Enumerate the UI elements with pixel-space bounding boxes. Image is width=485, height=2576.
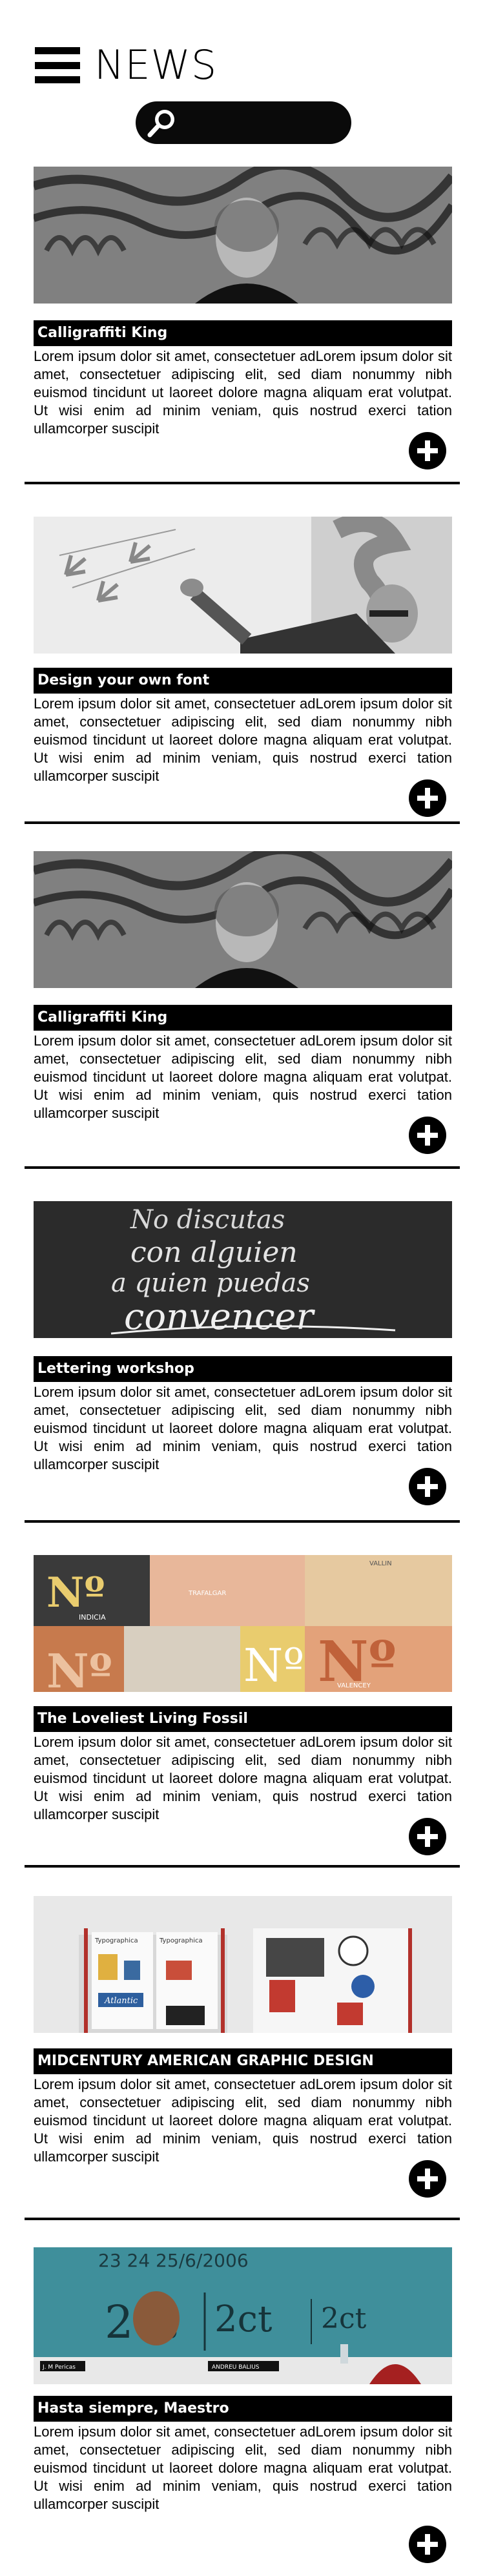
search-icon bbox=[147, 110, 174, 138]
image-caption: TRAFALGAR bbox=[188, 1590, 226, 1597]
article-card[interactable]: Nº INDICIA TRAFALGAR VALLIN VALENCEY Nº … bbox=[34, 1555, 452, 1855]
hamburger-menu-icon[interactable] bbox=[35, 47, 80, 83]
numero-sign: Nº bbox=[318, 1629, 397, 1692]
plus-circle-icon[interactable] bbox=[408, 779, 447, 818]
article-image[interactable] bbox=[34, 167, 452, 304]
divider bbox=[25, 1166, 460, 1169]
numero-sign: Nº bbox=[46, 1569, 105, 1617]
divider bbox=[25, 1520, 460, 1523]
search-input[interactable] bbox=[185, 109, 336, 136]
divider bbox=[25, 482, 460, 484]
article-excerpt: Lorem ipsum dolor sit amet, consectetuer… bbox=[34, 2076, 452, 2165]
article-image[interactable]: Typographica Typographica Atlantic bbox=[34, 1896, 452, 2033]
divider bbox=[25, 1865, 460, 1868]
article-excerpt: Lorem ipsum dolor sit amet, consectetuer… bbox=[34, 1384, 452, 1472]
numero-sign: Nº bbox=[46, 1643, 112, 1692]
nameplate: ANDREU BALIUS bbox=[212, 2364, 260, 2371]
article-title[interactable]: Design your own font bbox=[34, 668, 452, 694]
article-image[interactable]: No discutas con alguien a quien puedas c… bbox=[34, 1201, 452, 1338]
search-bar[interactable] bbox=[136, 101, 351, 144]
plus-circle-icon[interactable] bbox=[408, 1467, 447, 1506]
article-title[interactable]: MIDCENTURY AMERICAN GRAPHIC DESIGN bbox=[34, 2048, 452, 2074]
article-excerpt: Lorem ipsum dolor sit amet, consectetuer… bbox=[34, 348, 452, 437]
numero-sign: Nº bbox=[243, 1639, 304, 1692]
image-caption: Typographica bbox=[159, 1937, 203, 1944]
divider bbox=[25, 821, 460, 824]
image-caption: Typographica bbox=[94, 1937, 138, 1944]
event-date: 23 24 25/6/2006 bbox=[98, 2250, 249, 2271]
article-image[interactable] bbox=[34, 517, 452, 654]
article-card[interactable]: Design your own font Lorem ipsum dolor s… bbox=[34, 517, 452, 817]
page-title: NEWS bbox=[94, 41, 218, 88]
article-title[interactable]: Calligraffiti King bbox=[34, 1005, 452, 1031]
plus-circle-icon[interactable] bbox=[408, 431, 447, 470]
article-excerpt: Lorem ipsum dolor sit amet, consectetuer… bbox=[34, 696, 452, 784]
article-title[interactable]: Hasta siempre, Maestro bbox=[34, 2396, 452, 2422]
event-logo: 2ct bbox=[321, 2302, 367, 2335]
nameplate: J. M Pericas bbox=[42, 2364, 76, 2371]
header: NEWS bbox=[35, 45, 217, 85]
lettering-line: con alguien bbox=[130, 1236, 298, 1269]
article-card[interactable]: Calligraffiti King Lorem ipsum dolor sit… bbox=[34, 851, 452, 1154]
article-title[interactable]: Calligraffiti King bbox=[34, 320, 452, 346]
lettering-line: a quien puedas bbox=[111, 1268, 310, 1298]
image-caption: Atlantic bbox=[104, 1996, 138, 2006]
image-caption: INDICIA bbox=[79, 1613, 106, 1622]
lettering-line: No discutas bbox=[130, 1205, 285, 1235]
article-card[interactable]: Typographica Typographica Atlantic MIDCE… bbox=[34, 1896, 452, 2198]
menu-bar bbox=[35, 76, 80, 83]
article-excerpt: Lorem ipsum dolor sit amet, consectetuer… bbox=[34, 2424, 452, 2512]
article-card[interactable]: No discutas con alguien a quien puedas c… bbox=[34, 1201, 452, 1505]
article-image[interactable]: Nº INDICIA TRAFALGAR VALLIN VALENCEY Nº … bbox=[34, 1555, 452, 1692]
event-logo: 2ct bbox=[214, 2298, 273, 2340]
image-caption: VALLIN bbox=[369, 1560, 392, 1567]
article-image[interactable] bbox=[34, 851, 452, 988]
article-excerpt: Lorem ipsum dolor sit amet, consectetuer… bbox=[34, 1734, 452, 1822]
article-title[interactable]: The Loveliest Living Fossil bbox=[34, 1706, 452, 1732]
article-card[interactable]: 23 24 25/6/2006 2ct 2ct 2ct J. M Pericas… bbox=[34, 2247, 452, 2563]
plus-circle-icon[interactable] bbox=[408, 1116, 447, 1155]
menu-bar bbox=[35, 61, 80, 69]
menu-bar bbox=[35, 47, 80, 54]
plus-circle-icon[interactable] bbox=[408, 2525, 447, 2564]
lettering-line: convencer bbox=[124, 1296, 315, 1338]
plus-circle-icon[interactable] bbox=[408, 2159, 447, 2198]
article-excerpt: Lorem ipsum dolor sit amet, consectetuer… bbox=[34, 1033, 452, 1121]
article-card[interactable]: Calligraffiti King Lorem ipsum dolor sit… bbox=[34, 167, 452, 469]
article-image[interactable]: 23 24 25/6/2006 2ct 2ct 2ct J. M Pericas… bbox=[34, 2247, 452, 2384]
plus-circle-icon[interactable] bbox=[408, 1817, 447, 1856]
article-title[interactable]: Lettering workshop bbox=[34, 1356, 452, 1382]
divider bbox=[25, 2218, 460, 2220]
